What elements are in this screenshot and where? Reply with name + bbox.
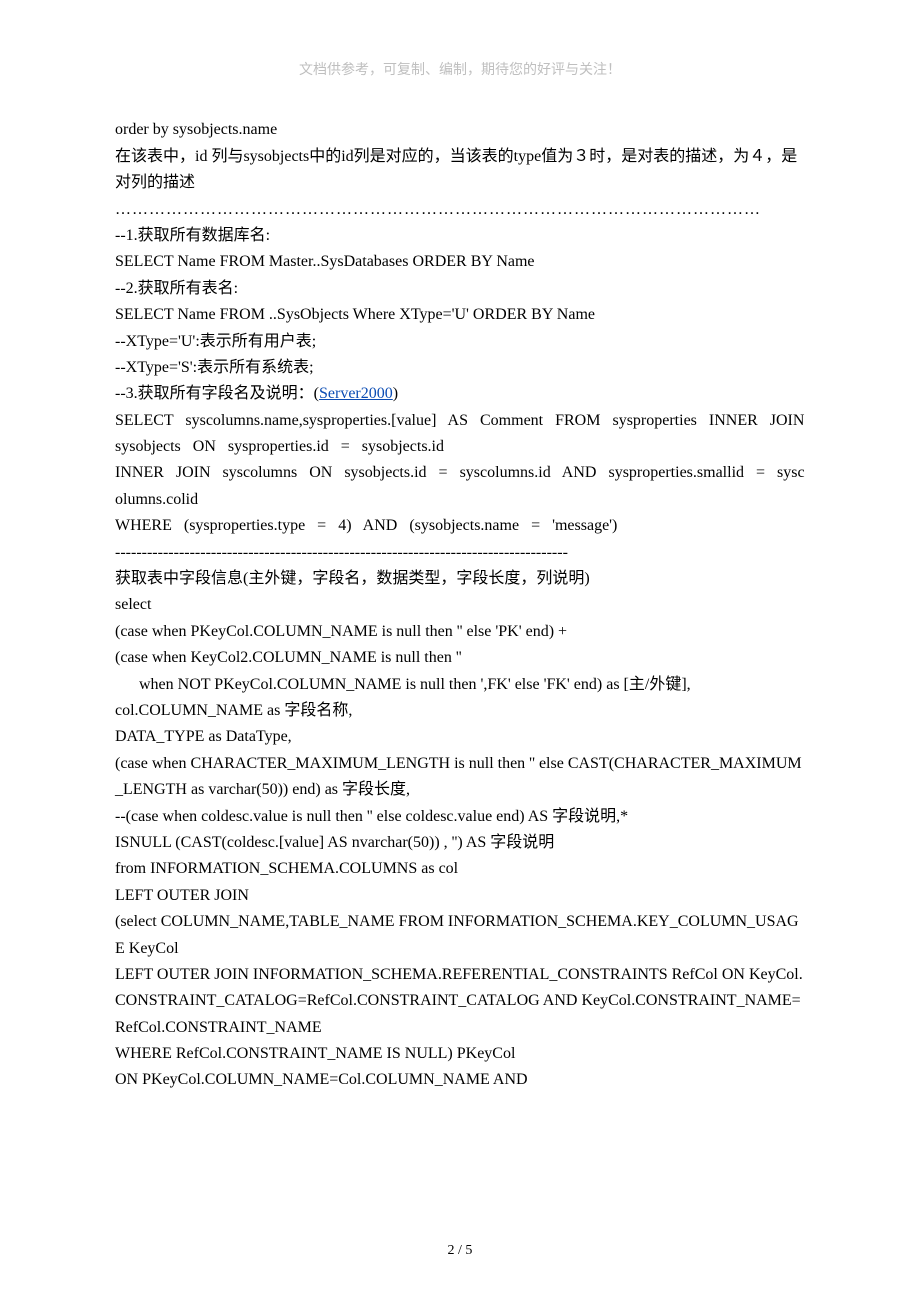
text-line: (case when PKeyCol.COLUMN_NAME is null t… [115, 619, 805, 645]
text-line: --XType='S':表示所有系统表; [115, 355, 805, 381]
text-line: --1.获取所有数据库名: [115, 223, 805, 249]
header-note: 文档供参考，可复制、编制，期待您的好评与关注！ [115, 60, 805, 82]
text-line: 获取表中字段信息(主外键，字段名，数据类型，字段长度，列说明) [115, 566, 805, 592]
server2000-link[interactable]: Server2000 [319, 385, 393, 402]
text-line: select [115, 592, 805, 618]
text-line: --(case when coldesc.value is null then … [115, 804, 805, 830]
text-line: when NOT PKeyCol.COLUMN_NAME is null the… [115, 672, 805, 698]
line-prefix: --3.获取所有字段名及说明：( [115, 385, 319, 402]
text-line: (case when CHARACTER_MAXIMUM_LENGTH is n… [115, 751, 805, 804]
document-content: order by sysobjects.name 在该表中，id 列与sysob… [115, 117, 805, 1093]
text-line: LEFT OUTER JOIN INFORMATION_SCHEMA.REFER… [115, 962, 805, 1041]
text-line: from INFORMATION_SCHEMA.COLUMNS as col [115, 856, 805, 882]
text-line: INNER JOIN syscolumns ON sysobjects.id =… [115, 460, 805, 513]
text-line: ----------------------------------------… [115, 540, 805, 566]
text-line: col.COLUMN_NAME as 字段名称, [115, 698, 805, 724]
text-line: DATA_TYPE as DataType, [115, 724, 805, 750]
page-footer: 2 / 5 [0, 1240, 920, 1262]
text-line: (select COLUMN_NAME,TABLE_NAME FROM INFO… [115, 909, 805, 962]
text-line: (case when KeyCol2.COLUMN_NAME is null t… [115, 645, 805, 671]
text-line: WHERE (sysproperties.type = 4) AND (syso… [115, 513, 805, 539]
text-line: SELECT Name FROM ..SysObjects Where XTyp… [115, 302, 805, 328]
text-line: --2.获取所有表名: [115, 276, 805, 302]
text-line-with-link: --3.获取所有字段名及说明：(Server2000) [115, 381, 805, 407]
text-line: SELECT Name FROM Master..SysDatabases OR… [115, 249, 805, 275]
text-line: 在该表中，id 列与sysobjects中的id列是对应的，当该表的type值为… [115, 144, 805, 197]
text-line: --XType='U':表示所有用户表; [115, 329, 805, 355]
text-line: ON PKeyCol.COLUMN_NAME=Col.COLUMN_NAME A… [115, 1067, 805, 1093]
text-line: SELECT syscolumns.name,sysproperties.[va… [115, 408, 805, 461]
text-line: …………………………………………………………………………………………………… [115, 197, 805, 223]
text-line: ISNULL (CAST(coldesc.[value] AS nvarchar… [115, 830, 805, 856]
document-page: 文档供参考，可复制、编制，期待您的好评与关注！ order by sysobje… [0, 0, 920, 1302]
line-suffix: ) [393, 385, 398, 402]
text-line: LEFT OUTER JOIN [115, 883, 805, 909]
text-line: order by sysobjects.name [115, 117, 805, 143]
text-line: WHERE RefCol.CONSTRAINT_NAME IS NULL) PK… [115, 1041, 805, 1067]
